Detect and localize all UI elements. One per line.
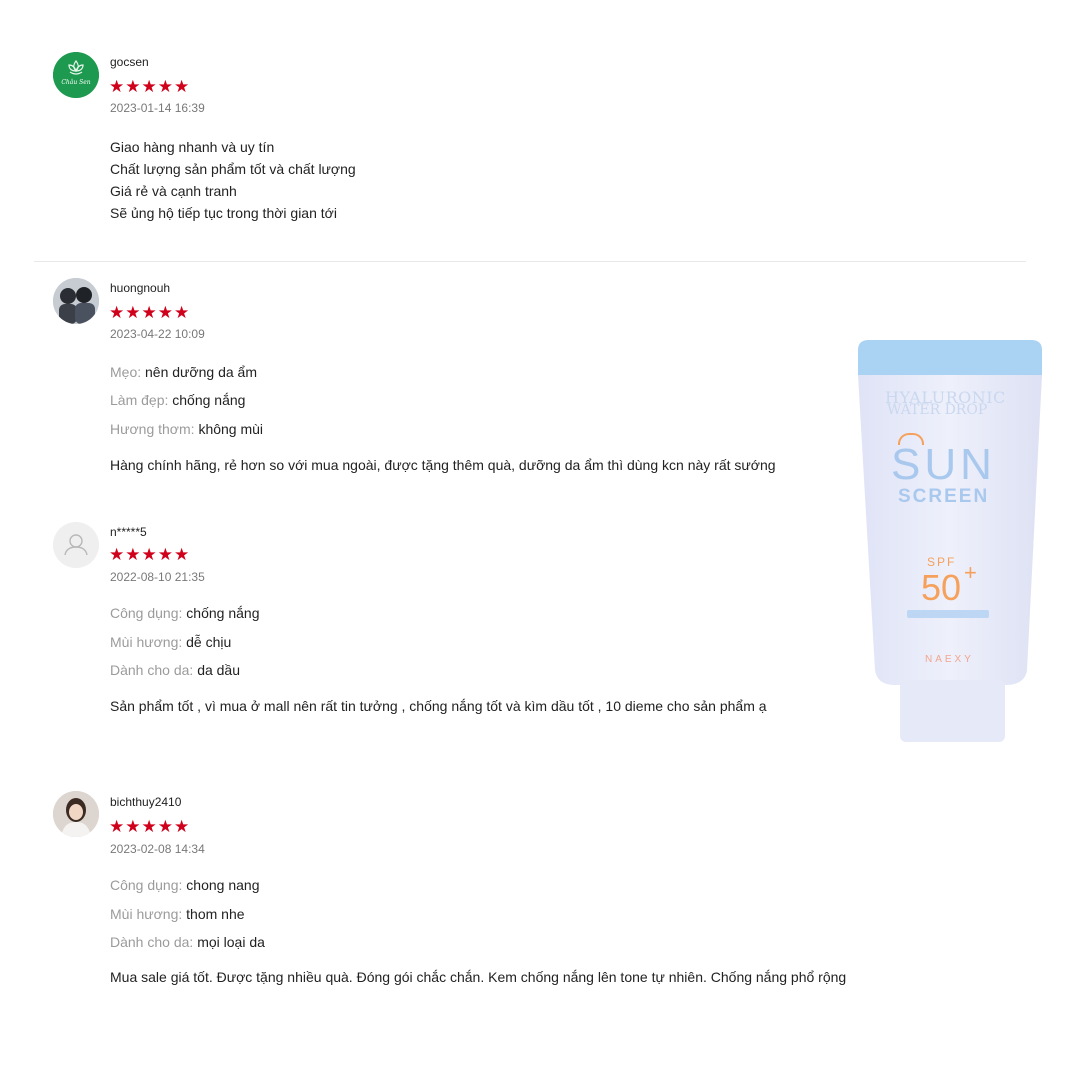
attribute-label: Hương thơm: xyxy=(110,421,195,437)
review-date: 2022-08-10 21:35 xyxy=(110,570,205,584)
star-rating: ★★★★★ xyxy=(109,545,191,564)
username[interactable]: huongnouh xyxy=(110,281,170,295)
user-photo-icon xyxy=(53,791,99,837)
review-attribute: Mùi hương: thom nhe xyxy=(110,906,245,922)
attribute-value: chong nang xyxy=(186,877,260,893)
attribute-label: Dành cho da: xyxy=(110,662,194,678)
review-date: 2023-01-14 16:39 xyxy=(110,101,205,115)
username[interactable]: n*****5 xyxy=(110,525,147,539)
avatar[interactable] xyxy=(53,278,99,324)
avatar[interactable]: Châu Sen xyxy=(53,52,99,98)
username[interactable]: gocsen xyxy=(110,55,149,69)
attribute-label: Mẹo: xyxy=(110,364,142,380)
product-badge xyxy=(907,610,989,618)
review-comment-line: Chất lượng sản phẩm tốt và chất lượng xyxy=(110,161,356,177)
attribute-value: nên dưỡng da ẩm xyxy=(145,364,257,380)
flower-logo-icon xyxy=(53,52,99,98)
product-sun-text: SUN xyxy=(891,440,996,489)
review-comment-line: Giá rẻ và cạnh tranh xyxy=(110,183,237,199)
avatar[interactable] xyxy=(53,791,99,837)
review-attribute: Công dụng: chống nắng xyxy=(110,605,259,621)
star-rating: ★★★★★ xyxy=(109,77,191,96)
review-comment-line: Giao hàng nhanh và uy tín xyxy=(110,139,275,155)
star-rating: ★★★★★ xyxy=(109,303,191,322)
review-date: 2023-04-22 10:09 xyxy=(110,327,205,341)
username[interactable]: bichthuy2410 xyxy=(110,795,181,809)
attribute-value: mọi loại da xyxy=(197,934,265,950)
product-brand: NAEXY xyxy=(925,654,974,665)
review-comment: Mua sale giá tốt. Được tặng nhiều quà. Đ… xyxy=(110,969,847,985)
divider xyxy=(34,261,1026,262)
default-user-icon xyxy=(53,522,99,568)
review-attribute: Công dụng: chong nang xyxy=(110,877,259,893)
star-rating: ★★★★★ xyxy=(109,817,191,836)
product-screen-text: SCREEN xyxy=(898,486,990,507)
review-attribute: Dành cho da: da dầu xyxy=(110,662,240,678)
review-comment: Hàng chính hãng, rẻ hơn so với mua ngoài… xyxy=(110,457,776,473)
attribute-label: Mùi hương: xyxy=(110,906,183,922)
attribute-label: Làm đẹp: xyxy=(110,392,169,408)
review-attribute: Dành cho da: mọi loại da xyxy=(110,934,265,950)
product-line2: WATER DROP xyxy=(887,402,988,418)
product-image[interactable]: HYALURONIC WATER DROP SUN SCREEN SPF 50 … xyxy=(855,340,1045,745)
attribute-label: Công dụng: xyxy=(110,605,183,621)
review-date: 2023-02-08 14:34 xyxy=(110,842,205,856)
attribute-value: thom nhe xyxy=(186,906,245,922)
attribute-value: dễ chịu xyxy=(186,634,232,650)
avatar-caption: Châu Sen xyxy=(61,79,91,86)
review-attribute: Làm đẹp: chống nắng xyxy=(110,392,245,408)
avatar[interactable] xyxy=(53,522,99,568)
review-comment: Sản phẩm tốt , vì mua ở mall nên rất tin… xyxy=(110,698,767,714)
attribute-value: chống nắng xyxy=(186,605,260,621)
attribute-value: không mùi xyxy=(198,421,264,437)
attribute-value: chống nắng xyxy=(172,392,246,408)
review-attribute: Hương thơm: không mùi xyxy=(110,421,263,437)
attribute-label: Dành cho da: xyxy=(110,934,194,950)
attribute-label: Công dụng: xyxy=(110,877,183,893)
review-attribute: Mẹo: nên dưỡng da ẩm xyxy=(110,364,257,380)
review-attribute: Mùi hương: dễ chịu xyxy=(110,634,231,650)
review-comment-line: Sẽ ủng hộ tiếp tục trong thời gian tới xyxy=(110,205,337,221)
product-spf-plus: + xyxy=(964,560,977,585)
attribute-label: Mùi hương: xyxy=(110,634,183,650)
product-spf-value: 50 xyxy=(921,567,962,608)
attribute-value: da dầu xyxy=(197,662,241,678)
user-photo-icon xyxy=(53,278,99,324)
